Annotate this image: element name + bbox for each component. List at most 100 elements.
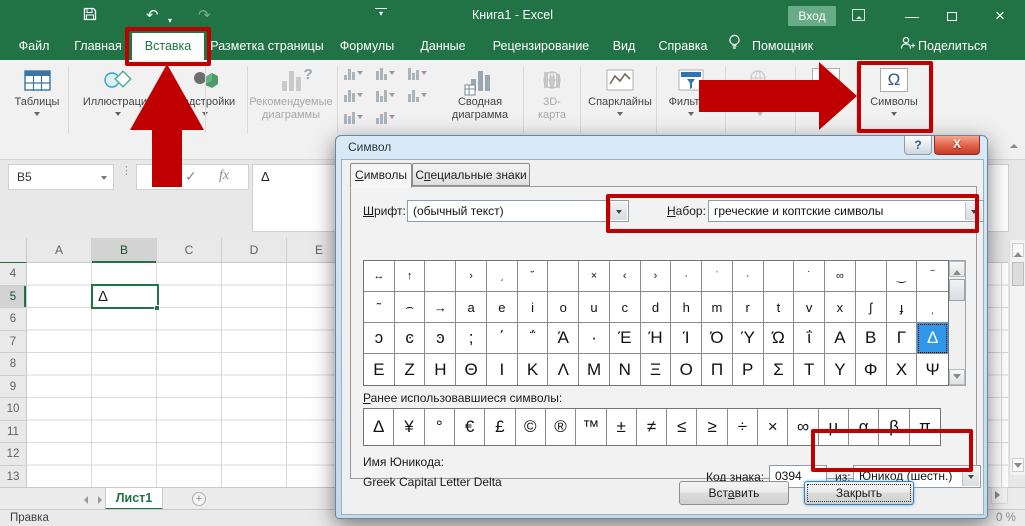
symbol-cell[interactable]: ɟ — [887, 292, 918, 323]
symbol-cell[interactable]: Υ — [825, 354, 856, 385]
symbol-cell[interactable]: ‹ — [610, 261, 641, 292]
symbol-cell[interactable]: o — [548, 292, 579, 323]
symbol-cell[interactable]: Ε — [364, 354, 395, 385]
symbol-cell[interactable]: Π — [702, 354, 733, 385]
sheet-tab[interactable]: Лист1 — [105, 488, 163, 510]
symbol-cell[interactable]: ˈ — [702, 261, 733, 292]
symbol-cell[interactable] — [548, 261, 579, 292]
symbol-grid-scrollbar[interactable] — [949, 260, 966, 386]
symbol-cell[interactable]: Κ — [518, 354, 549, 385]
symbol-cell[interactable]: Λ — [548, 354, 579, 385]
row-header[interactable]: 11 — [0, 421, 27, 444]
grid-scroll-down-icon[interactable] — [949, 369, 965, 385]
symbol-cell[interactable]: · — [733, 261, 764, 292]
close-button[interactable]: × — [985, 6, 1015, 26]
symbol-cell[interactable]: · — [579, 323, 610, 354]
row-header[interactable]: 12 — [0, 443, 27, 466]
symbol-cell[interactable]: Ξ — [641, 354, 672, 385]
symbol-cell[interactable]: · — [671, 261, 702, 292]
symbol-cell[interactable]: Θ — [456, 354, 487, 385]
fill-handle[interactable] — [154, 305, 160, 311]
minimize-button[interactable]: — — [897, 6, 927, 26]
symbol-cell[interactable]: Ί — [671, 323, 702, 354]
scrollbar-thumb[interactable] — [1012, 262, 1024, 286]
recent-symbol-cell[interactable]: ¥ — [394, 409, 424, 445]
symbol-cell[interactable]: v — [794, 292, 825, 323]
symbol-cell[interactable]: ˘ — [518, 261, 549, 292]
symbol-cell[interactable]: Ι — [487, 354, 518, 385]
assistant-tab[interactable]: Помощник — [752, 33, 813, 60]
symbol-cell[interactable]: ΐ — [794, 323, 825, 354]
symbol-cell[interactable]: ↑ — [395, 261, 426, 292]
grid-scroll-up-icon[interactable] — [949, 261, 965, 277]
collapse-ribbon-icon[interactable] — [1010, 140, 1019, 145]
waterfall-chart-icon[interactable] — [408, 90, 427, 102]
symbol-cell[interactable]: ͽ — [425, 323, 456, 354]
new-sheet-button[interactable]: + — [192, 492, 206, 506]
symbol-cell[interactable]: ⌢ — [395, 292, 426, 323]
ribbon-display-options-icon[interactable] — [852, 9, 865, 21]
ribbon-tab[interactable]: Файл — [6, 33, 62, 60]
scroll-down-icon[interactable] — [1012, 458, 1024, 472]
insert-button[interactable]: Вставить — [679, 481, 789, 505]
scroll-right-icon[interactable] — [991, 487, 1008, 504]
map-3d-button[interactable]: 3D- карта — [527, 64, 577, 121]
prev-sheet-icon[interactable] — [80, 496, 88, 504]
symbol-cell[interactable]: Β — [856, 323, 887, 354]
symbol-cell[interactable]: Τ — [794, 354, 825, 385]
symbol-cell[interactable]: ͻ — [364, 323, 395, 354]
symbol-cell[interactable]: h — [671, 292, 702, 323]
symbol-cell[interactable]: ‾ — [917, 261, 948, 292]
symbol-cell[interactable] — [856, 261, 887, 292]
column-chart-icon[interactable] — [344, 68, 363, 80]
select-all-corner[interactable] — [0, 238, 27, 263]
symbol-cell[interactable]: ΄ — [487, 323, 518, 354]
symbol-cell[interactable]: Ό — [702, 323, 733, 354]
row-header[interactable]: 4 — [0, 263, 27, 286]
vertical-scrollbar[interactable] — [1009, 240, 1025, 475]
symbol-cell[interactable]: ∞ — [825, 261, 856, 292]
insert-function-icon[interactable]: fx — [219, 168, 229, 184]
symbol-cell[interactable]: Ψ — [917, 354, 948, 385]
sign-in-button[interactable]: Вход — [788, 6, 836, 26]
recent-symbol-cell[interactable]: ≤ — [667, 409, 697, 445]
symbol-cell[interactable]: Μ — [579, 354, 610, 385]
row-header[interactable]: 13 — [0, 466, 27, 489]
line-chart-icon[interactable] — [376, 90, 395, 102]
column-header[interactable]: C — [157, 238, 222, 263]
symbol-cell[interactable]: Ά — [548, 323, 579, 354]
symbol-cell[interactable]: Ν — [610, 354, 641, 385]
ribbon-tab[interactable]: Разметка страницы — [206, 33, 328, 60]
symbol-cell[interactable]: d — [641, 292, 672, 323]
formula-bar-divider[interactable]: ⋮ — [121, 168, 132, 174]
recent-symbol-cell[interactable]: ≠ — [637, 409, 667, 445]
name-box[interactable]: B5 — [8, 164, 114, 190]
symbol-cell[interactable]: ΅ — [518, 323, 549, 354]
symbol-cell[interactable]: e — [487, 292, 518, 323]
scatter-chart-icon[interactable] — [344, 90, 363, 102]
ribbon-tab[interactable]: Рецензирование — [482, 33, 600, 60]
symbol-cell[interactable]: m — [702, 292, 733, 323]
close-dialog-button[interactable]: Закрыть — [804, 481, 914, 505]
column-header[interactable]: A — [27, 238, 92, 263]
symbol-cell[interactable] — [764, 261, 795, 292]
tables-button[interactable]: Таблицы — [8, 64, 66, 119]
ribbon-tab[interactable]: Справка — [648, 33, 718, 60]
recommended-charts-button[interactable]: ? Рекомендуемые диаграммы — [246, 64, 336, 121]
symbol-cell[interactable]: Γ — [887, 323, 918, 354]
symbol-cell[interactable]: › — [456, 261, 487, 292]
row-header[interactable]: 5 — [0, 286, 27, 309]
symbol-cell[interactable]: ˏ — [487, 261, 518, 292]
ribbon-tab[interactable]: Главная — [64, 33, 132, 60]
grid-scrollbar-thumb[interactable] — [949, 279, 965, 301]
symbol-cell[interactable]: Ύ — [733, 323, 764, 354]
symbol-cell[interactable]: x — [825, 292, 856, 323]
symbol-cell[interactable]: ↔ — [364, 261, 395, 292]
recent-symbol-cell[interactable]: ™ — [576, 409, 606, 445]
recent-symbol-cell[interactable]: Δ — [364, 409, 394, 445]
symbol-cell[interactable]: t — [764, 292, 795, 323]
symbol-cell[interactable]: u — [579, 292, 610, 323]
tab-symbols[interactable]: Символы — [350, 163, 412, 188]
symbol-cell[interactable]: c — [610, 292, 641, 323]
symbol-cell[interactable]: → — [425, 292, 456, 323]
